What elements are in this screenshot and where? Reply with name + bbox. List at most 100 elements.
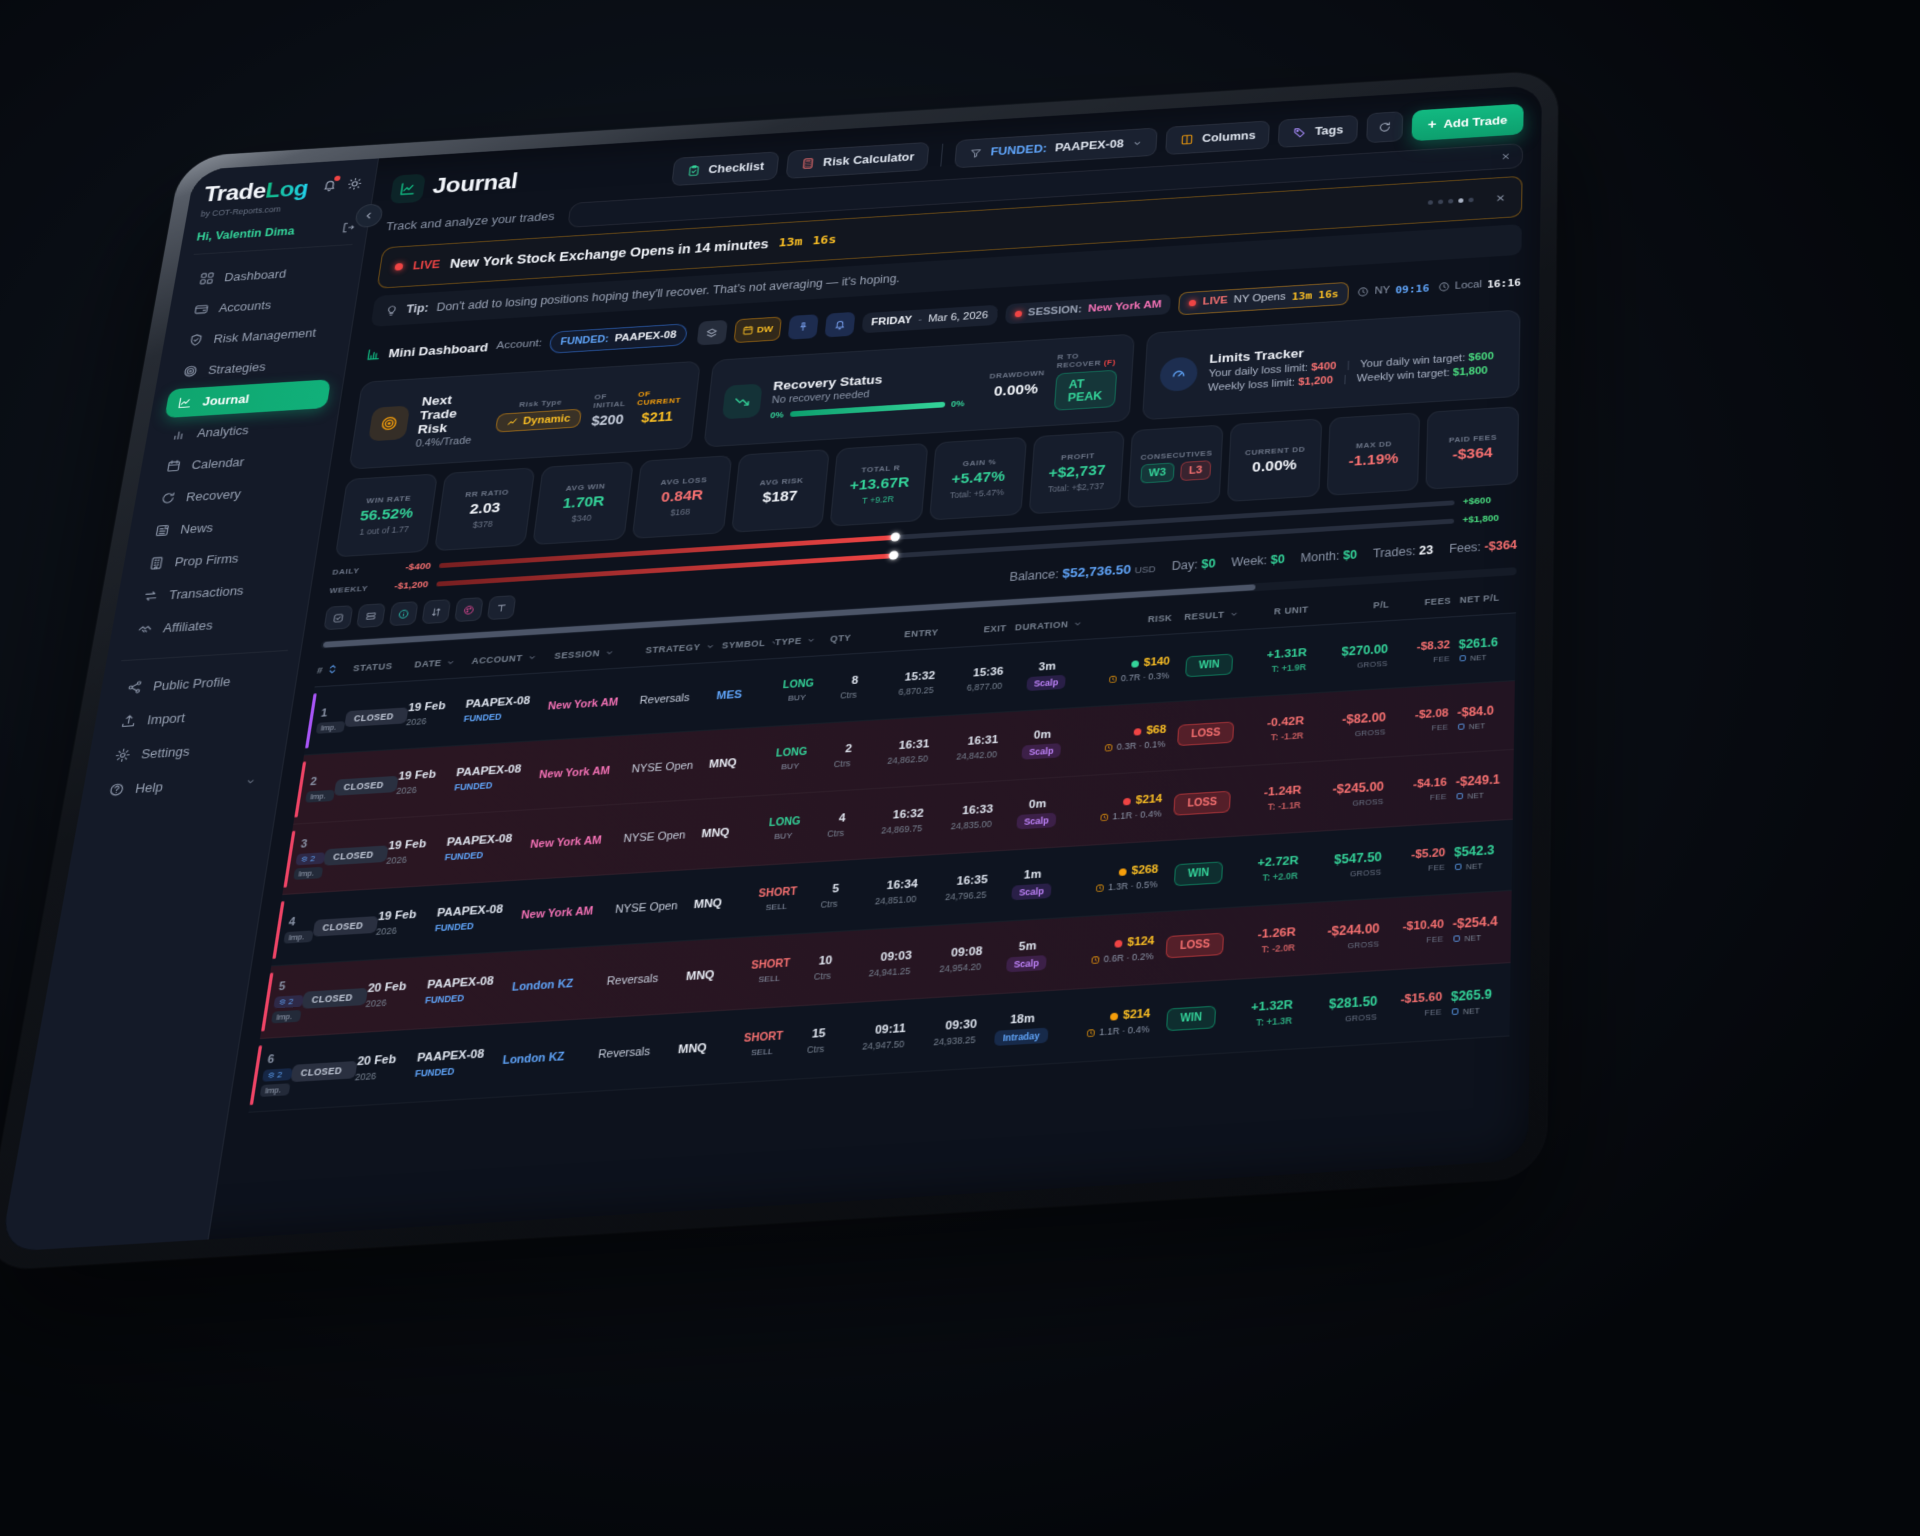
account-cell: PAAPEX-08FUNDED <box>454 762 541 793</box>
progress-marker <box>889 551 899 560</box>
palette-tool-icon[interactable] <box>454 597 484 622</box>
status-badge: CLOSED <box>302 987 368 1008</box>
checkbox-tool-icon[interactable] <box>323 605 353 630</box>
column-header-account[interactable]: ACCOUNT <box>471 651 555 666</box>
share-icon <box>125 679 143 695</box>
status-badge: CLOSED <box>323 845 388 865</box>
alert-bell-chip-icon[interactable] <box>824 312 855 338</box>
risk-type-pill[interactable]: Dynamic <box>495 408 582 432</box>
theme-toggle-sun-icon[interactable] <box>346 177 363 191</box>
trades-table: 1Imp.CLOSED19 Feb2026PAAPEX-08FUNDEDNew … <box>248 613 1515 1112</box>
user-greeting: Hi, Valentin Dima <box>196 225 296 244</box>
carousel-dot[interactable] <box>1458 198 1463 203</box>
sidebar-divider <box>194 244 353 255</box>
sidebar-item-label: Prop Firms <box>174 551 240 568</box>
sidebar-item-label: Public Profile <box>152 674 232 693</box>
sidebar-item-label: Accounts <box>218 298 272 314</box>
stat-value: +5.47% <box>951 468 1006 487</box>
text-tool-icon[interactable] <box>487 595 516 620</box>
duration-cell: 0mScalp <box>1000 796 1074 830</box>
stat-card-current-dd: CURRENT DD0.00% <box>1227 418 1322 502</box>
columns-button[interactable]: Columns <box>1165 120 1270 155</box>
duration-tag: Intraday <box>994 1028 1048 1046</box>
stat-card-win-rate: WIN RATE56.52%1 out of 1.77 <box>335 473 438 557</box>
layers-chip-icon[interactable] <box>696 320 727 346</box>
carousel-dot[interactable] <box>1468 197 1473 202</box>
entry-cell: 16:3424,851.00 <box>846 877 927 908</box>
duration-cell: 5mScalp <box>989 938 1064 973</box>
duration-cell: 3mScalp <box>1010 659 1083 692</box>
account-filter-dropdown[interactable]: FUNDED: PAAPEX-08 <box>954 128 1157 169</box>
banner-close-icon[interactable] <box>1494 191 1507 203</box>
column-header-date[interactable]: DATE <box>414 656 473 669</box>
tags-button[interactable]: Tags <box>1278 115 1358 148</box>
entry-cell: 16:3224,869.75 <box>852 807 932 838</box>
info-tool-icon[interactable] <box>389 601 419 626</box>
column-header-symbol[interactable]: SYMBOL <box>721 637 775 650</box>
session-cell: London KZ <box>502 1048 599 1067</box>
pl-cell: $281.50GROSS <box>1301 993 1387 1026</box>
column-header-session[interactable]: SESSION <box>554 645 646 661</box>
notifications-bell-icon[interactable] <box>321 178 338 192</box>
duration-tag: Scalp <box>1021 743 1062 760</box>
duration-cell: 0mScalp <box>1005 727 1078 761</box>
column-header-r-unit: R UNIT <box>1242 603 1317 617</box>
r-unit-cell: -1.24RT: -1.1R <box>1233 784 1310 814</box>
net-box-icon <box>1452 934 1461 943</box>
type-cell: LONGBUY <box>762 746 820 773</box>
main-content: Journal Checklist Risk Calculator FUNDED… <box>209 85 1542 1239</box>
banner-carousel-dots[interactable] <box>1428 197 1474 204</box>
session-cell: New York AM <box>530 832 625 850</box>
sort-tool-icon[interactable] <box>421 599 451 624</box>
calculator-icon <box>800 157 815 170</box>
risk-clock-icon <box>1104 742 1114 752</box>
column-header-duration[interactable]: DURATION <box>1015 618 1086 632</box>
session-cell: New York AM <box>520 903 615 921</box>
local-time: Local 16:16 <box>1437 276 1521 293</box>
lightbulb-icon <box>384 304 399 317</box>
at-peak-badge: AT PEAK <box>1053 370 1117 411</box>
date-cell: 19 Feb2026 <box>396 767 458 796</box>
account-pill[interactable]: FUNDED: PAAPEX-08 <box>549 323 688 354</box>
net-pl-cell: $261.6NET <box>1458 634 1516 663</box>
sort-caret-icon <box>704 641 716 652</box>
carousel-dot[interactable] <box>1448 198 1453 203</box>
net-box-icon <box>1454 862 1463 871</box>
symbol-cell: MNQ <box>678 1040 735 1056</box>
sort-caret-icon <box>445 657 457 668</box>
symbol-cell: MNQ <box>701 824 757 840</box>
pl-cell: -$245.00GROSS <box>1309 778 1393 810</box>
sort-columns-icon <box>326 663 339 675</box>
daily-weekly-calendar-chip[interactable]: DW <box>733 316 781 343</box>
exit-cell: 15:366,877.00 <box>942 665 1012 694</box>
refresh-button[interactable] <box>1366 111 1403 143</box>
column-header-result[interactable]: RESULT <box>1181 608 1243 622</box>
risk-calculator-button[interactable]: Risk Calculator <box>786 142 930 179</box>
sidebar-item-label: Dashboard <box>223 267 287 283</box>
bars-icon <box>170 427 188 442</box>
stat-value: -1.19% <box>1348 450 1398 469</box>
stat-value: 0.00% <box>1252 456 1297 475</box>
status-badge: CLOSED <box>344 707 408 727</box>
logout-icon[interactable] <box>340 221 356 234</box>
duration-tag: Scalp <box>1016 813 1057 830</box>
exit-cell: 09:0824,954.20 <box>919 945 992 976</box>
carousel-dot[interactable] <box>1428 200 1433 205</box>
column-header-type[interactable]: TYPE <box>775 634 831 647</box>
carousel-dot[interactable] <box>1438 199 1443 204</box>
column-header-strategy[interactable]: STRATEGY <box>645 640 722 655</box>
close-icon[interactable] <box>1500 151 1512 162</box>
checklist-button[interactable]: Checklist <box>671 151 780 186</box>
app-window: TradeLog by COT-Reports.com Hi, Valentin… <box>0 85 1542 1252</box>
stat-card-max-dd: MAX DD-1.19% <box>1326 412 1420 496</box>
rows-tool-icon[interactable] <box>356 603 386 628</box>
fees-cell: -$4.16FEE <box>1392 775 1456 804</box>
status-badge: CLOSED <box>313 916 379 937</box>
pin-chip-icon[interactable] <box>787 314 818 340</box>
add-trade-button[interactable]: + Add Trade <box>1411 103 1524 141</box>
tag-icon <box>1293 126 1308 139</box>
sidebar-item-help[interactable]: Help <box>95 765 270 807</box>
net-box-icon <box>1455 792 1464 801</box>
calendar-icon <box>165 459 183 474</box>
question-icon <box>107 781 126 797</box>
